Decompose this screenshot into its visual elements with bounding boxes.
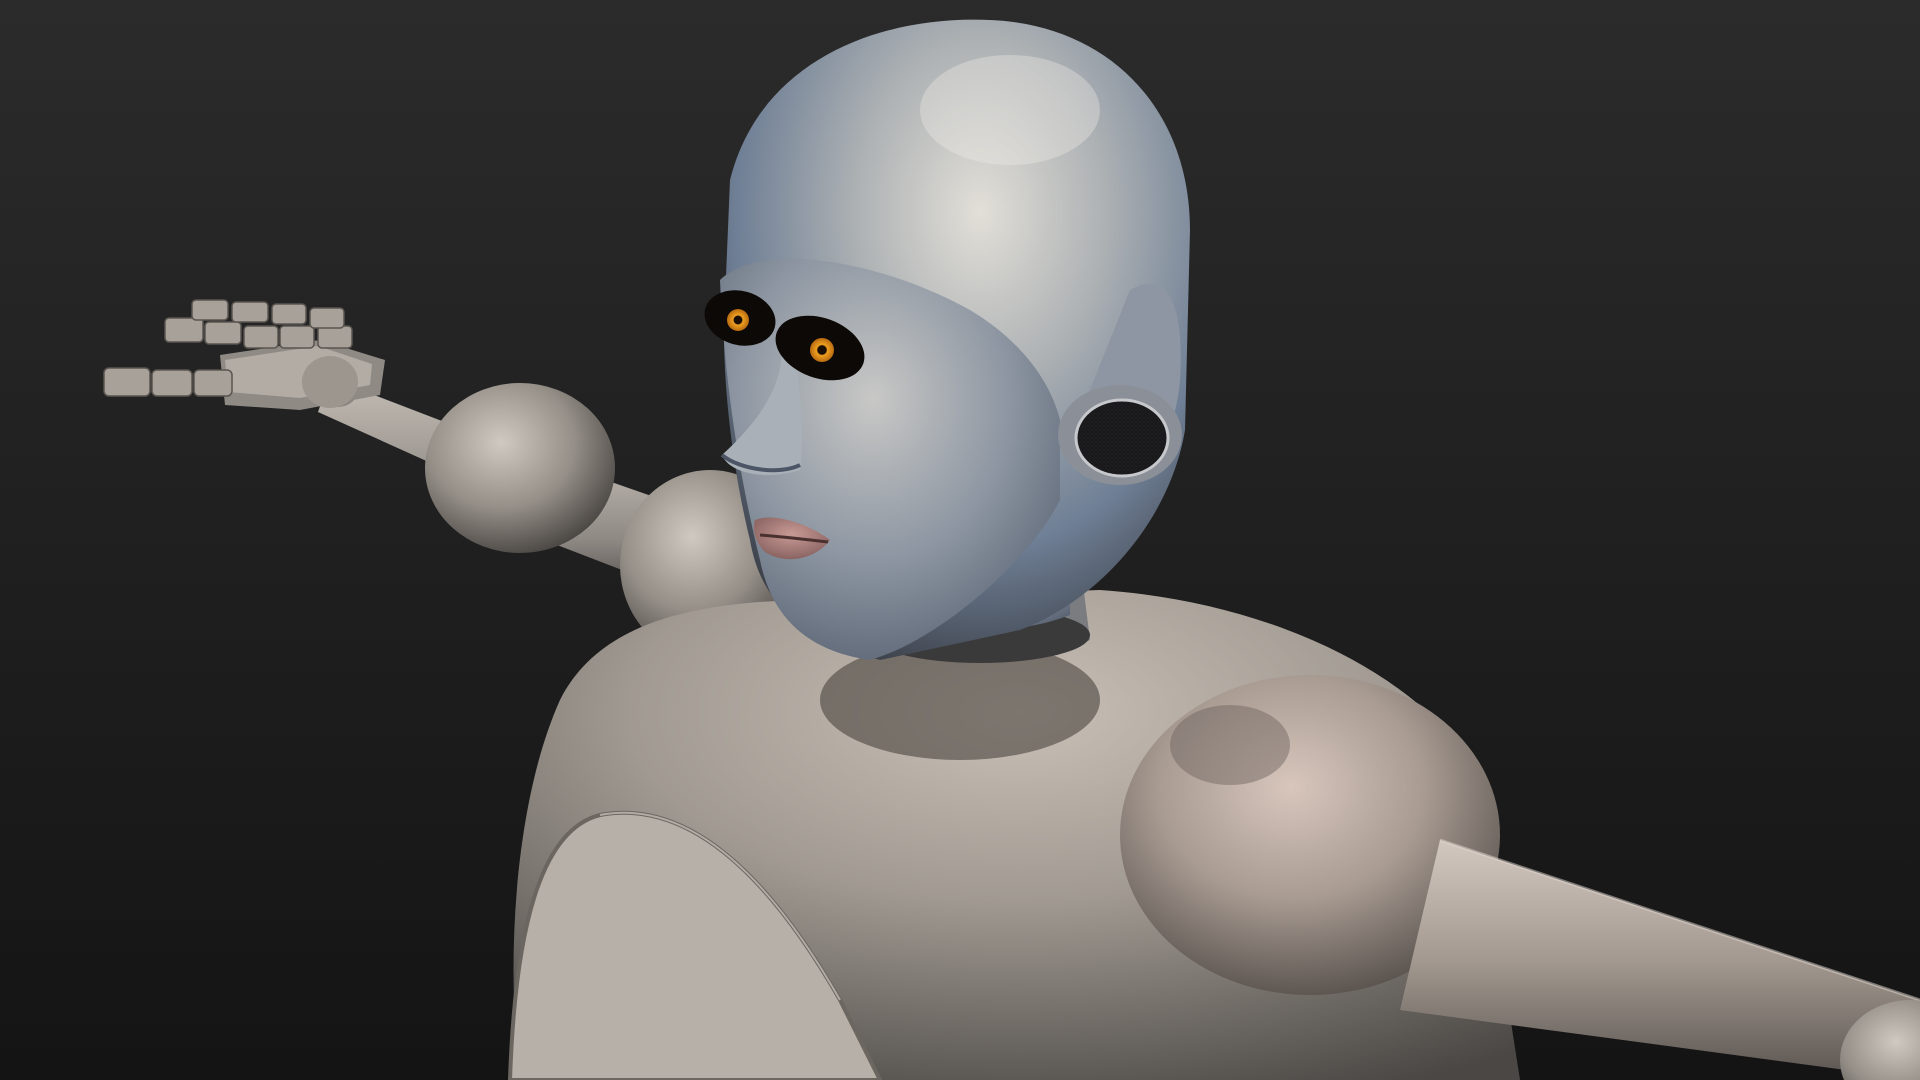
speaker-ear [1058,385,1182,485]
render-viewport [0,0,1920,1080]
back-elbow-joint [425,383,615,553]
robot-head [704,19,1190,661]
robot-render [0,0,1920,1080]
